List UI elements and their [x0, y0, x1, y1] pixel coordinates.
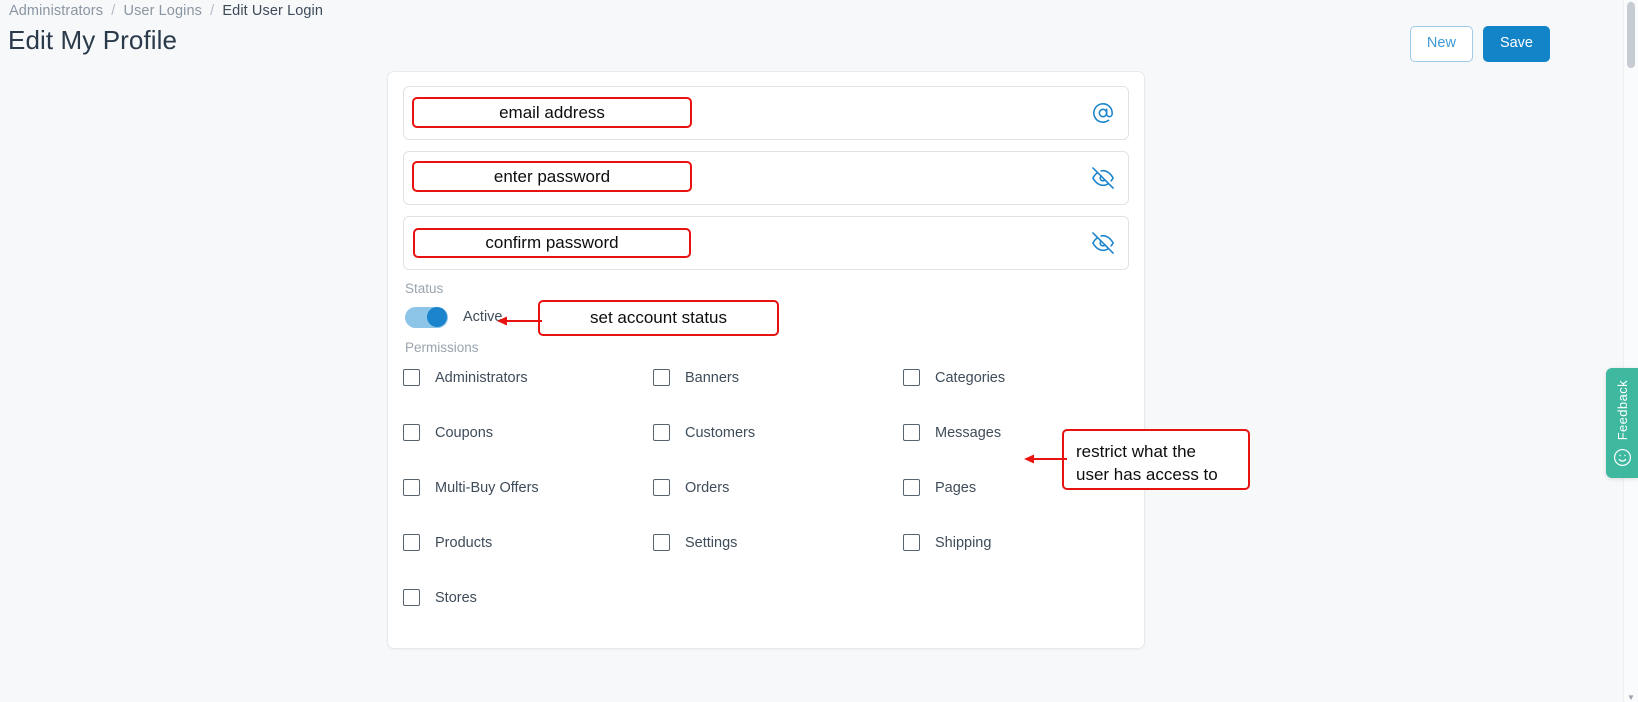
scroll-down-arrow[interactable]: ▼	[1627, 694, 1635, 702]
permission-label: Administrators	[435, 370, 528, 386]
permission-label: Customers	[685, 425, 755, 441]
permissions-label: Permissions	[405, 340, 1129, 355]
permission-label: Stores	[435, 590, 477, 606]
permission-item-settings[interactable]: Settings	[653, 534, 903, 551]
checkbox-shipping[interactable]	[903, 534, 920, 551]
status-toggle[interactable]	[405, 307, 448, 328]
annotation-restrict-access-line2: user has access to	[1076, 465, 1218, 484]
annotation-email-address: email address	[412, 97, 692, 128]
feedback-tab-label: Feedback	[1615, 380, 1630, 440]
page-header: Administrators / User Logins / Edit User…	[0, 0, 1568, 68]
permission-label: Orders	[685, 480, 729, 496]
eye-slash-icon[interactable]	[1090, 230, 1116, 256]
permissions-grid: Administrators Banners Categories Coupon…	[403, 369, 1129, 606]
checkbox-orders[interactable]	[653, 479, 670, 496]
checkbox-multi-buy-offers[interactable]	[403, 479, 420, 496]
annotation-arrow-status	[497, 310, 543, 332]
permission-label: Banners	[685, 370, 739, 386]
checkbox-products[interactable]	[403, 534, 420, 551]
smiley-face-icon	[1613, 448, 1632, 472]
scrollbar-thumb[interactable]	[1627, 2, 1635, 68]
annotation-arrow-permissions	[1024, 448, 1068, 470]
save-button[interactable]: Save	[1483, 26, 1550, 62]
checkbox-settings[interactable]	[653, 534, 670, 551]
at-sign-icon[interactable]	[1090, 100, 1116, 126]
breadcrumb-item-administrators[interactable]: Administrators	[9, 3, 103, 19]
page-title: Edit My Profile	[8, 25, 177, 56]
checkbox-administrators[interactable]	[403, 369, 420, 386]
permission-label: Shipping	[935, 535, 991, 551]
checkbox-categories[interactable]	[903, 369, 920, 386]
vertical-scrollbar[interactable]: ▲ ▼	[1623, 0, 1638, 702]
annotation-enter-password: enter password	[412, 161, 692, 192]
permission-label: Products	[435, 535, 492, 551]
permission-label: Coupons	[435, 425, 493, 441]
checkbox-coupons[interactable]	[403, 424, 420, 441]
checkbox-banners[interactable]	[653, 369, 670, 386]
permission-label: Settings	[685, 535, 737, 551]
edit-profile-form-card: Status Active Permissions Administrators…	[387, 71, 1145, 649]
header-actions: New Save	[1410, 26, 1550, 62]
breadcrumb: Administrators / User Logins / Edit User…	[9, 3, 323, 19]
breadcrumb-separator: /	[206, 3, 218, 19]
checkbox-customers[interactable]	[653, 424, 670, 441]
permission-item-products[interactable]: Products	[403, 534, 653, 551]
permission-item-customers[interactable]: Customers	[653, 424, 903, 441]
permission-item-administrators[interactable]: Administrators	[403, 369, 653, 386]
permission-item-banners[interactable]: Banners	[653, 369, 903, 386]
breadcrumb-item-user-logins[interactable]: User Logins	[124, 3, 202, 19]
breadcrumb-item-edit-user-login: Edit User Login	[222, 3, 323, 19]
permission-item-orders[interactable]: Orders	[653, 479, 903, 496]
checkbox-stores[interactable]	[403, 589, 420, 606]
checkbox-pages[interactable]	[903, 479, 920, 496]
permission-label: Pages	[935, 480, 976, 496]
annotation-restrict-access: restrict what the user has access to	[1062, 429, 1250, 490]
annotation-set-account-status: set account status	[538, 300, 779, 336]
annotation-restrict-access-line1: restrict what the	[1076, 442, 1196, 461]
toggle-knob	[427, 307, 447, 327]
checkbox-messages[interactable]	[903, 424, 920, 441]
eye-slash-icon[interactable]	[1090, 165, 1116, 191]
new-button[interactable]: New	[1410, 26, 1473, 62]
permission-label: Multi-Buy Offers	[435, 480, 539, 496]
permission-label: Categories	[935, 370, 1005, 386]
permission-item-stores[interactable]: Stores	[403, 589, 653, 606]
permission-item-categories[interactable]: Categories	[903, 369, 1129, 386]
breadcrumb-separator: /	[107, 3, 119, 19]
status-label: Status	[405, 281, 1129, 296]
permission-item-shipping[interactable]: Shipping	[903, 534, 1129, 551]
permission-label: Messages	[935, 425, 1001, 441]
feedback-tab[interactable]: Feedback	[1606, 368, 1638, 478]
annotation-confirm-password: confirm password	[413, 228, 691, 258]
permission-item-multi-buy-offers[interactable]: Multi-Buy Offers	[403, 479, 653, 496]
permission-item-coupons[interactable]: Coupons	[403, 424, 653, 441]
